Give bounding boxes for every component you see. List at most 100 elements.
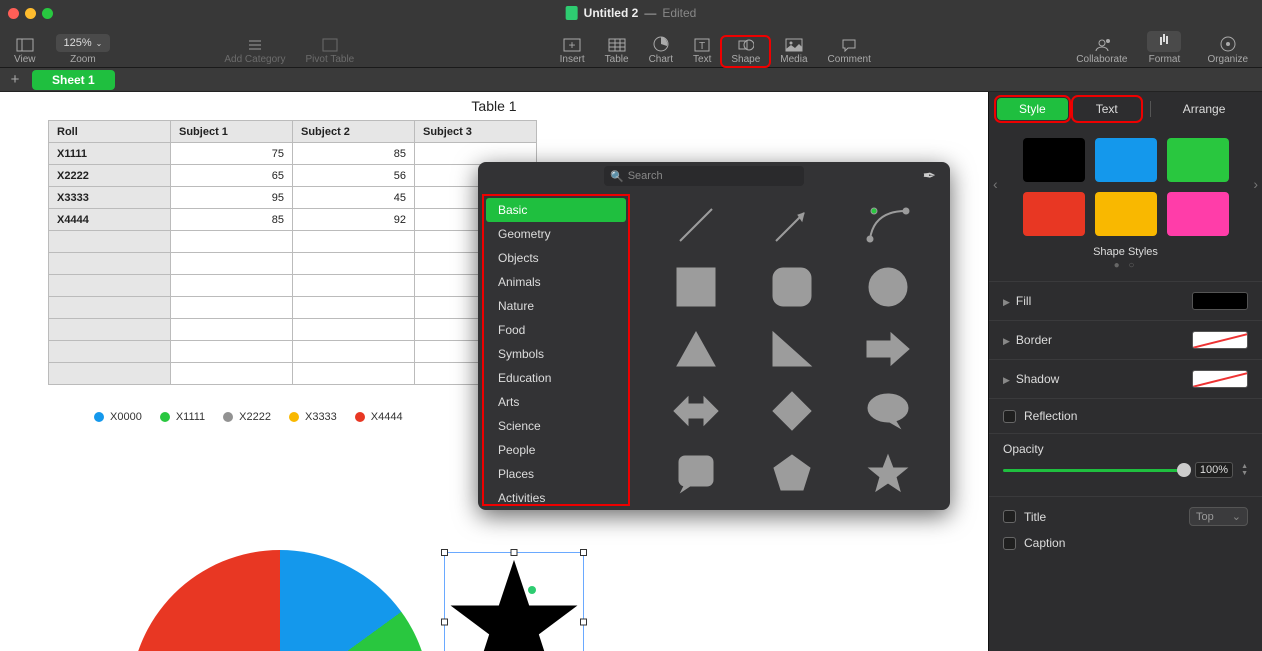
text-button[interactable]: T Text: [685, 38, 719, 65]
table-cell[interactable]: [171, 319, 293, 341]
style-swatch[interactable]: [1023, 138, 1085, 182]
caption-checkbox[interactable]: [1003, 537, 1016, 550]
table-cell[interactable]: [49, 275, 171, 297]
shape-category[interactable]: People: [486, 438, 626, 462]
table-cell[interactable]: [49, 253, 171, 275]
col-header[interactable]: Subject 2: [293, 121, 415, 143]
fill-color-well[interactable]: [1192, 292, 1248, 310]
shape-speech-bubble[interactable]: [866, 392, 910, 435]
reflection-checkbox[interactable]: [1003, 410, 1016, 423]
resize-handle[interactable]: [580, 619, 587, 626]
shadow-row[interactable]: ▶Shadow: [989, 359, 1262, 398]
opacity-value-field[interactable]: 100%: [1195, 462, 1233, 478]
table-cell[interactable]: 85: [171, 209, 293, 231]
stepper[interactable]: ▲▼: [1241, 463, 1248, 477]
table-cell[interactable]: [49, 341, 171, 363]
rotation-handle[interactable]: [528, 586, 536, 594]
shape-curve[interactable]: [864, 205, 912, 250]
shape-category[interactable]: Education: [486, 366, 626, 390]
resize-handle[interactable]: [441, 619, 448, 626]
media-button[interactable]: Media: [772, 38, 815, 65]
format-button[interactable]: Format: [1139, 31, 1189, 65]
shape-double-arrow[interactable]: [672, 393, 720, 434]
table-cell[interactable]: [293, 231, 415, 253]
shape-circle[interactable]: [867, 266, 909, 313]
next-styles-icon[interactable]: ›: [1253, 176, 1258, 192]
shape-category[interactable]: Symbols: [486, 342, 626, 366]
border-row[interactable]: ▶Border: [989, 320, 1262, 359]
table-cell[interactable]: X3333: [49, 187, 171, 209]
prev-styles-icon[interactable]: ‹: [993, 176, 998, 192]
draw-shape-icon[interactable]: ✒: [923, 166, 936, 186]
shape-category[interactable]: Arts: [486, 390, 626, 414]
table-cell[interactable]: 95: [171, 187, 293, 209]
chart-button[interactable]: Chart: [641, 36, 681, 65]
table-cell[interactable]: 45: [293, 187, 415, 209]
table-cell[interactable]: [171, 275, 293, 297]
shape-arrow-right[interactable]: [865, 331, 911, 372]
table-cell[interactable]: [293, 275, 415, 297]
disclosure-icon[interactable]: ▶: [1003, 297, 1010, 307]
slider-thumb[interactable]: [1177, 463, 1191, 477]
table-button[interactable]: Table: [597, 38, 637, 65]
table-cell[interactable]: [49, 319, 171, 341]
table-cell[interactable]: X4444: [49, 209, 171, 231]
table-cell[interactable]: 56: [293, 165, 415, 187]
shape-diamond[interactable]: [771, 390, 813, 437]
shape-callout-square[interactable]: [675, 452, 717, 499]
data-table[interactable]: Roll Subject 1 Subject 2 Subject 3 X1111…: [48, 120, 537, 385]
table-cell[interactable]: X2222: [49, 165, 171, 187]
table-cell[interactable]: 92: [293, 209, 415, 231]
shape-category[interactable]: Basic: [486, 198, 626, 222]
table-cell[interactable]: [293, 297, 415, 319]
shape-right-triangle[interactable]: [771, 330, 813, 373]
table-cell[interactable]: 75: [171, 143, 293, 165]
shape-button[interactable]: Shape: [723, 38, 768, 65]
pivot-table-button[interactable]: Pivot Table: [298, 38, 363, 65]
style-swatch[interactable]: [1023, 192, 1085, 236]
shape-category[interactable]: Objects: [486, 246, 626, 270]
table-cell[interactable]: [171, 297, 293, 319]
close-icon[interactable]: [8, 8, 19, 19]
table-cell[interactable]: [293, 253, 415, 275]
sheet-tab[interactable]: Sheet 1: [32, 70, 115, 90]
border-color-well[interactable]: [1192, 331, 1248, 349]
col-header[interactable]: Subject 3: [415, 121, 537, 143]
pie-chart[interactable]: 15% 20% 23%: [130, 550, 430, 651]
resize-handle[interactable]: [511, 549, 518, 556]
organize-button[interactable]: Organize: [1199, 36, 1256, 65]
disclosure-icon[interactable]: ▶: [1003, 336, 1010, 346]
shape-category[interactable]: Activities: [486, 486, 626, 506]
table-cell[interactable]: [171, 253, 293, 275]
resize-handle[interactable]: [580, 549, 587, 556]
table-cell[interactable]: [293, 341, 415, 363]
table-cell[interactable]: 65: [171, 165, 293, 187]
style-swatch[interactable]: [1095, 192, 1157, 236]
table-cell[interactable]: [171, 363, 293, 385]
table-cell[interactable]: [49, 363, 171, 385]
view-button[interactable]: View: [6, 38, 44, 65]
shape-pentagon[interactable]: [771, 452, 813, 499]
fill-row[interactable]: ▶Fill: [989, 281, 1262, 320]
canvas[interactable]: Table 1 Roll Subject 1 Subject 2 Subject…: [0, 92, 988, 651]
disclosure-icon[interactable]: ▶: [1003, 375, 1010, 385]
collaborate-button[interactable]: Collaborate: [1068, 38, 1135, 65]
col-header[interactable]: Subject 1: [171, 121, 293, 143]
shape-star[interactable]: [867, 452, 909, 499]
table-cell[interactable]: X1111: [49, 143, 171, 165]
table-cell[interactable]: [171, 341, 293, 363]
shape-category[interactable]: Food: [486, 318, 626, 342]
table-cell[interactable]: [293, 363, 415, 385]
table-cell[interactable]: [171, 231, 293, 253]
add-sheet-button[interactable]: +: [6, 71, 24, 88]
shape-category[interactable]: Nature: [486, 294, 626, 318]
inspector-tab-arrange[interactable]: Arrange: [1161, 98, 1248, 120]
insert-button[interactable]: + Insert: [552, 38, 593, 65]
add-category-button[interactable]: Add Category: [216, 38, 293, 65]
col-header[interactable]: Roll: [49, 121, 171, 143]
table-cell[interactable]: 85: [293, 143, 415, 165]
style-swatch[interactable]: [1095, 138, 1157, 182]
shape-category[interactable]: Science: [486, 414, 626, 438]
opacity-slider[interactable]: [1003, 469, 1187, 472]
shape-triangle[interactable]: [675, 330, 717, 373]
